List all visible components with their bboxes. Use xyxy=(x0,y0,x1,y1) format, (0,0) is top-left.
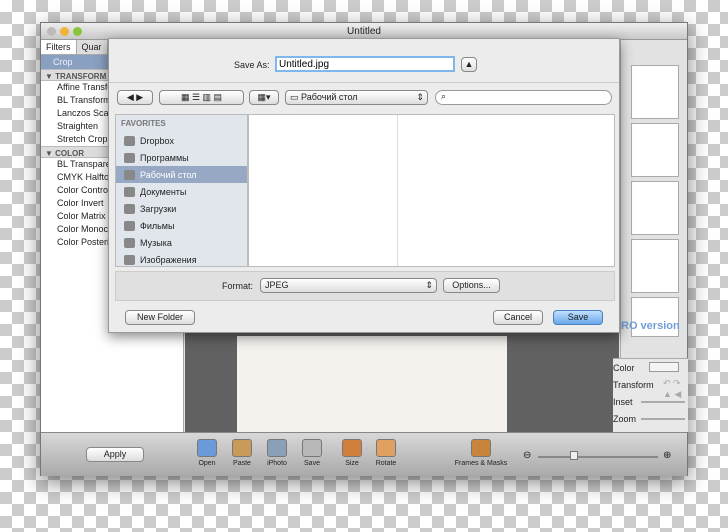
paste-icon xyxy=(232,439,252,457)
search-field[interactable]: ⌕ xyxy=(435,90,612,105)
tab-filters[interactable]: Filters xyxy=(41,40,77,54)
zoom-in-icon[interactable]: ⊕ xyxy=(663,450,671,461)
zoom-label: Zoom xyxy=(613,414,637,424)
frame-thumbnail[interactable] xyxy=(631,239,679,293)
arrange-button[interactable]: ▦▾ xyxy=(249,90,279,105)
close-button[interactable] xyxy=(47,27,56,36)
frame-thumbnail[interactable] xyxy=(631,65,679,119)
favorite-item[interactable]: Dropbox xyxy=(116,132,247,149)
applications-icon xyxy=(124,152,135,163)
favorite-item[interactable]: Рабочий стол xyxy=(116,166,247,183)
tab-quartz[interactable]: Quar xyxy=(77,40,108,54)
save-icon xyxy=(302,439,322,457)
search-icon: ⌕ xyxy=(441,91,447,101)
paste-tool[interactable]: Paste xyxy=(224,439,260,467)
inset-label: Inset xyxy=(613,397,633,407)
zoom-slider-thumb[interactable] xyxy=(570,451,578,460)
color-well[interactable] xyxy=(649,362,679,372)
zoom-slider[interactable] xyxy=(641,418,685,420)
frames-panel: RO version Color Transform ↶ ↷ ▲ ◀ Inset… xyxy=(613,40,688,432)
favorite-item[interactable]: Фильмы xyxy=(116,217,247,234)
file-browser[interactable] xyxy=(248,114,615,267)
format-label: Format: xyxy=(222,281,254,291)
frames-masks-tool[interactable]: Frames & Masks xyxy=(451,439,511,467)
frame-thumbnail[interactable] xyxy=(631,123,679,177)
expand-button[interactable]: ▲ xyxy=(461,57,477,72)
folder-icon xyxy=(124,135,135,146)
zoom-out-icon[interactable]: ⊖ xyxy=(523,450,531,461)
format-popup[interactable]: JPEG ⇕ xyxy=(260,278,437,293)
options-button[interactable]: Options... xyxy=(443,278,500,293)
favorite-item[interactable]: Документы xyxy=(116,183,247,200)
transform-label: Transform xyxy=(613,380,654,390)
watermark-text: RO version xyxy=(621,320,680,332)
open-icon xyxy=(197,439,217,457)
favorite-item[interactable]: Программы xyxy=(116,149,247,166)
rotate-tool[interactable]: Rotate xyxy=(368,439,404,467)
inset-slider[interactable] xyxy=(641,401,685,403)
favorite-item[interactable]: Изображения xyxy=(116,251,247,268)
window-title: Untitled xyxy=(347,26,381,37)
size-icon xyxy=(342,439,362,457)
desktop-icon xyxy=(124,169,135,180)
cancel-button[interactable]: Cancel xyxy=(493,310,543,325)
zoom-button[interactable] xyxy=(73,27,82,36)
save-dialog: Save As: ▲ ◀ ▶ ▦ ☰ ▥ ▤ ▦▾ ▭ Рабочий стол… xyxy=(108,38,620,333)
save-button[interactable]: Save xyxy=(553,310,603,325)
zoom-slider-track[interactable] xyxy=(538,456,658,458)
favorite-item[interactable]: Загрузки xyxy=(116,200,247,217)
favorites-header: FAVORITES xyxy=(121,119,166,128)
movies-icon xyxy=(124,220,135,231)
filename-input[interactable] xyxy=(275,56,455,72)
frame-thumbnail[interactable] xyxy=(631,181,679,235)
transform-icons[interactable]: ↶ ↷ ▲ ◀ xyxy=(663,378,687,400)
documents-icon xyxy=(124,186,135,197)
save-as-label: Save As: xyxy=(234,60,270,70)
favorite-item[interactable]: Музыка xyxy=(116,234,247,251)
view-mode-buttons[interactable]: ▦ ☰ ▥ ▤ xyxy=(159,90,244,105)
music-icon xyxy=(124,237,135,248)
image-preview xyxy=(237,336,507,432)
bottom-toolbar: Apply Open Paste iPhoto Save Size Rotate… xyxy=(41,432,687,476)
minimize-button[interactable] xyxy=(60,27,69,36)
apply-button[interactable]: Apply xyxy=(86,447,144,462)
frames-icon xyxy=(471,439,491,457)
iphoto-tool[interactable]: iPhoto xyxy=(259,439,295,467)
iphoto-icon xyxy=(267,439,287,457)
open-tool[interactable]: Open xyxy=(189,439,225,467)
size-tool[interactable]: Size xyxy=(334,439,370,467)
back-forward-buttons[interactable]: ◀ ▶ xyxy=(117,90,153,105)
location-popup[interactable]: ▭ Рабочий стол ⇕ xyxy=(285,90,428,105)
downloads-icon xyxy=(124,203,135,214)
favorites-sidebar: FAVORITES Dropbox Программы Рабочий стол До… xyxy=(115,114,248,267)
new-folder-button[interactable]: New Folder xyxy=(125,310,195,325)
pictures-icon xyxy=(124,254,135,265)
color-label: Color xyxy=(613,363,635,373)
rotate-icon xyxy=(376,439,396,457)
save-tool[interactable]: Save xyxy=(294,439,330,467)
